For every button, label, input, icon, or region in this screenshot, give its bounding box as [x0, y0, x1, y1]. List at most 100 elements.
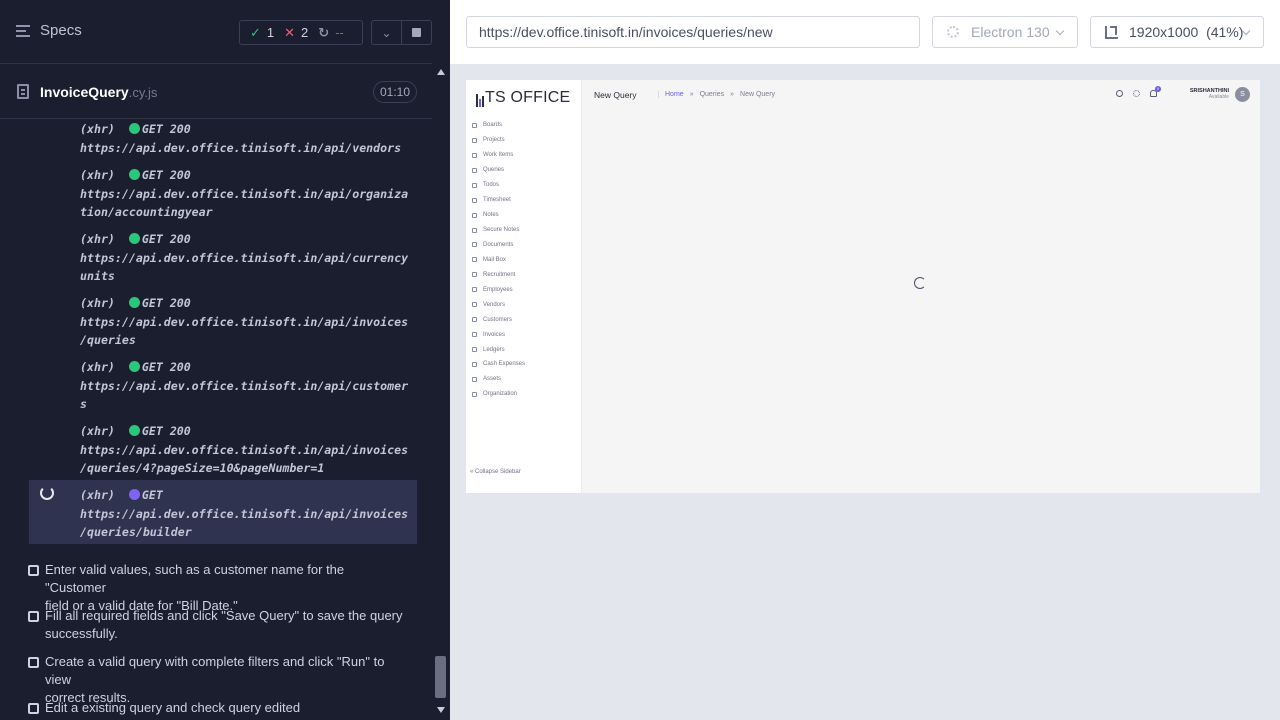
- command-log-entry[interactable]: (xhr) GET 200 https://api.dev.office.tinis…: [80, 166, 420, 222]
- command-kind: (xhr): [80, 296, 115, 310]
- command-url: https://api.dev.office.tinisoft.in/api/i…: [80, 442, 409, 457]
- sidebar-item-queries[interactable]: Queries: [472, 163, 578, 178]
- status-dot-icon: [128, 425, 140, 436]
- sidebar-item-timesheet[interactable]: Timesheet: [472, 193, 578, 208]
- sidebar-item-invoices[interactable]: Invoices: [472, 327, 578, 342]
- specs-toggle-button[interactable]: Specs: [16, 22, 82, 39]
- command-log-entry[interactable]: (xhr) GET 200 https://api.dev.office.tinis…: [80, 230, 420, 286]
- sidebar-item-label: Work Items: [483, 152, 514, 159]
- command-url-cont: /queries/builder: [80, 525, 192, 539]
- breadcrumb: Home » Queries » New Query: [658, 91, 775, 98]
- sidebar-item-label: Assets: [483, 376, 502, 383]
- failed-count: ✕ 2: [284, 24, 309, 41]
- nav-item-icon: [472, 152, 477, 158]
- sidebar-item-documents[interactable]: Documents: [472, 238, 578, 253]
- status-dot-icon: [128, 297, 140, 308]
- sidebar-item-work-items[interactable]: Work Items: [472, 148, 578, 163]
- app-nav: Boards Projects Work Items Queries Todos Time…: [472, 118, 578, 402]
- viewport-selector[interactable]: 1920x1000 (41%): [1090, 16, 1264, 48]
- avatar[interactable]: S: [1235, 87, 1250, 102]
- nav-item-icon: [472, 227, 477, 233]
- sidebar-item-employees[interactable]: Employees: [472, 282, 578, 297]
- command-kind: (xhr): [80, 360, 115, 374]
- command-kind: (xhr): [80, 232, 115, 246]
- sidebar-item-label: Employees: [483, 286, 513, 293]
- command-method: GET: [141, 488, 163, 502]
- notification-badge: 0: [1155, 86, 1161, 92]
- url-bar[interactable]: https://dev.office.tinisoft.in/invoices/…: [466, 16, 920, 48]
- app-logo[interactable]: TS OFFICE: [476, 89, 570, 107]
- breadcrumb-item[interactable]: Home: [665, 91, 684, 98]
- sidebar-item-notes[interactable]: Notes: [472, 208, 578, 223]
- reporter-header: Specs ✓ 1 ✕ 2 ↻ -- ⌄: [0, 0, 432, 64]
- nav-item-icon: [472, 182, 477, 188]
- spec-file-name[interactable]: InvoiceQuery.cy.js: [40, 84, 157, 100]
- status-dot-icon: [128, 361, 140, 372]
- spec-duration: 01:10: [373, 81, 417, 103]
- expand-button[interactable]: ⌄: [372, 21, 402, 44]
- sidebar-item-organization[interactable]: Organization: [472, 387, 578, 402]
- sidebar-item-todos[interactable]: Todos: [472, 178, 578, 193]
- nav-item-icon: [472, 272, 477, 278]
- sidebar-item-assets[interactable]: Assets: [472, 372, 578, 387]
- sidebar-item-vendors[interactable]: Vendors: [472, 297, 578, 312]
- command-log-scrollbar[interactable]: [432, 64, 450, 720]
- check-icon: ✓: [250, 24, 261, 40]
- nav-item-icon: [472, 376, 477, 382]
- command-log-entry[interactable]: (xhr) GET 200 https://api.dev.office.tinis…: [80, 120, 420, 157]
- command-log-entry[interactable]: (xhr) GET 200 https://api.dev.office.tinis…: [80, 358, 420, 414]
- sidebar-item-recruitment[interactable]: Recruitment: [472, 267, 578, 282]
- nav-item-icon: [472, 242, 477, 248]
- command-log[interactable]: (xhr) GET 200 https://api.dev.office.tinis…: [0, 120, 432, 720]
- command-log-entry[interactable]: (xhr) GET 200 https://api.dev.office.tinis…: [80, 422, 420, 478]
- nav-item-icon: [472, 137, 477, 143]
- command-url-cont: units: [80, 269, 115, 283]
- command-url: https://api.dev.office.tinisoft.in/api/c…: [80, 378, 409, 393]
- collapse-sidebar-button[interactable]: « Collapse Sidebar: [470, 469, 521, 475]
- scroll-down-arrow-icon[interactable]: [437, 707, 445, 713]
- sidebar-item-label: Vendors: [483, 301, 506, 308]
- scroll-up-arrow-icon[interactable]: [437, 69, 445, 75]
- search-icon[interactable]: [1116, 90, 1123, 97]
- command-method: GET 200: [141, 424, 191, 438]
- command-url: https://api.dev.office.tinisoft.in/api/c…: [80, 250, 409, 265]
- gear-icon[interactable]: [1133, 90, 1140, 97]
- app-topbar: New Query Home » Queries » New Query 0 SRISH…: [583, 80, 1260, 110]
- sidebar-item-label: Cash Expenses: [483, 361, 526, 368]
- command-kind: (xhr): [80, 488, 115, 502]
- sidebar-item-mail-box[interactable]: Mail Box: [472, 252, 578, 267]
- scrollbar-thumb[interactable]: [435, 656, 446, 698]
- sidebar-item-label: Invoices: [483, 331, 506, 338]
- sidebar-item-cash-expenses[interactable]: Cash Expenses: [472, 357, 578, 372]
- sidebar-item-customers[interactable]: Customers: [472, 312, 578, 327]
- command-log-entry[interactable]: (xhr) GET 200 https://api.dev.office.tinis…: [80, 294, 420, 350]
- test-item[interactable]: Edit a existing query and check query ed…: [28, 699, 408, 717]
- status-dot-icon: [128, 169, 140, 180]
- runner-controls: ⌄: [371, 20, 432, 45]
- nav-item-icon: [472, 167, 477, 173]
- passed-count: ✓ 1: [250, 24, 275, 41]
- app-under-test-frame: TS OFFICE Boards Projects Work Items Querie…: [466, 80, 1260, 493]
- nav-item-icon: [472, 122, 477, 128]
- bell-icon[interactable]: 0: [1150, 86, 1161, 97]
- status-dot-icon: [128, 123, 140, 134]
- test-item[interactable]: Fill all required fields and click "Save…: [28, 607, 408, 643]
- x-icon: ✕: [284, 24, 296, 40]
- user-info[interactable]: SRISHANTHINI Available: [1175, 88, 1229, 100]
- nav-item-icon: [472, 257, 477, 263]
- logo-bars-icon: [476, 94, 484, 107]
- breadcrumb-item[interactable]: Queries: [700, 91, 725, 98]
- cypress-runner-panel: Specs ✓ 1 ✕ 2 ↻ -- ⌄ InvoiceQuery.cy.js: [0, 0, 450, 720]
- sidebar-item-secure-notes[interactable]: Secure Notes: [472, 223, 578, 238]
- ruler-icon: [1105, 26, 1118, 39]
- command-log-entry[interactable]: (xhr) GET https://api.dev.office.tinisoft.…: [80, 486, 420, 542]
- sidebar-item-boards[interactable]: Boards: [472, 118, 578, 133]
- stop-icon: [412, 28, 421, 37]
- sidebar-item-projects[interactable]: Projects: [472, 133, 578, 148]
- test-title-cont: successfully.: [45, 626, 118, 641]
- command-url: https://api.dev.office.tinisoft.in/api/o…: [80, 186, 409, 201]
- sidebar-item-ledgers[interactable]: Ledgers: [472, 342, 578, 357]
- browser-selector[interactable]: Electron 130: [932, 16, 1078, 48]
- spec-header: InvoiceQuery.cy.js 01:10: [0, 65, 432, 119]
- stop-button[interactable]: [402, 21, 431, 44]
